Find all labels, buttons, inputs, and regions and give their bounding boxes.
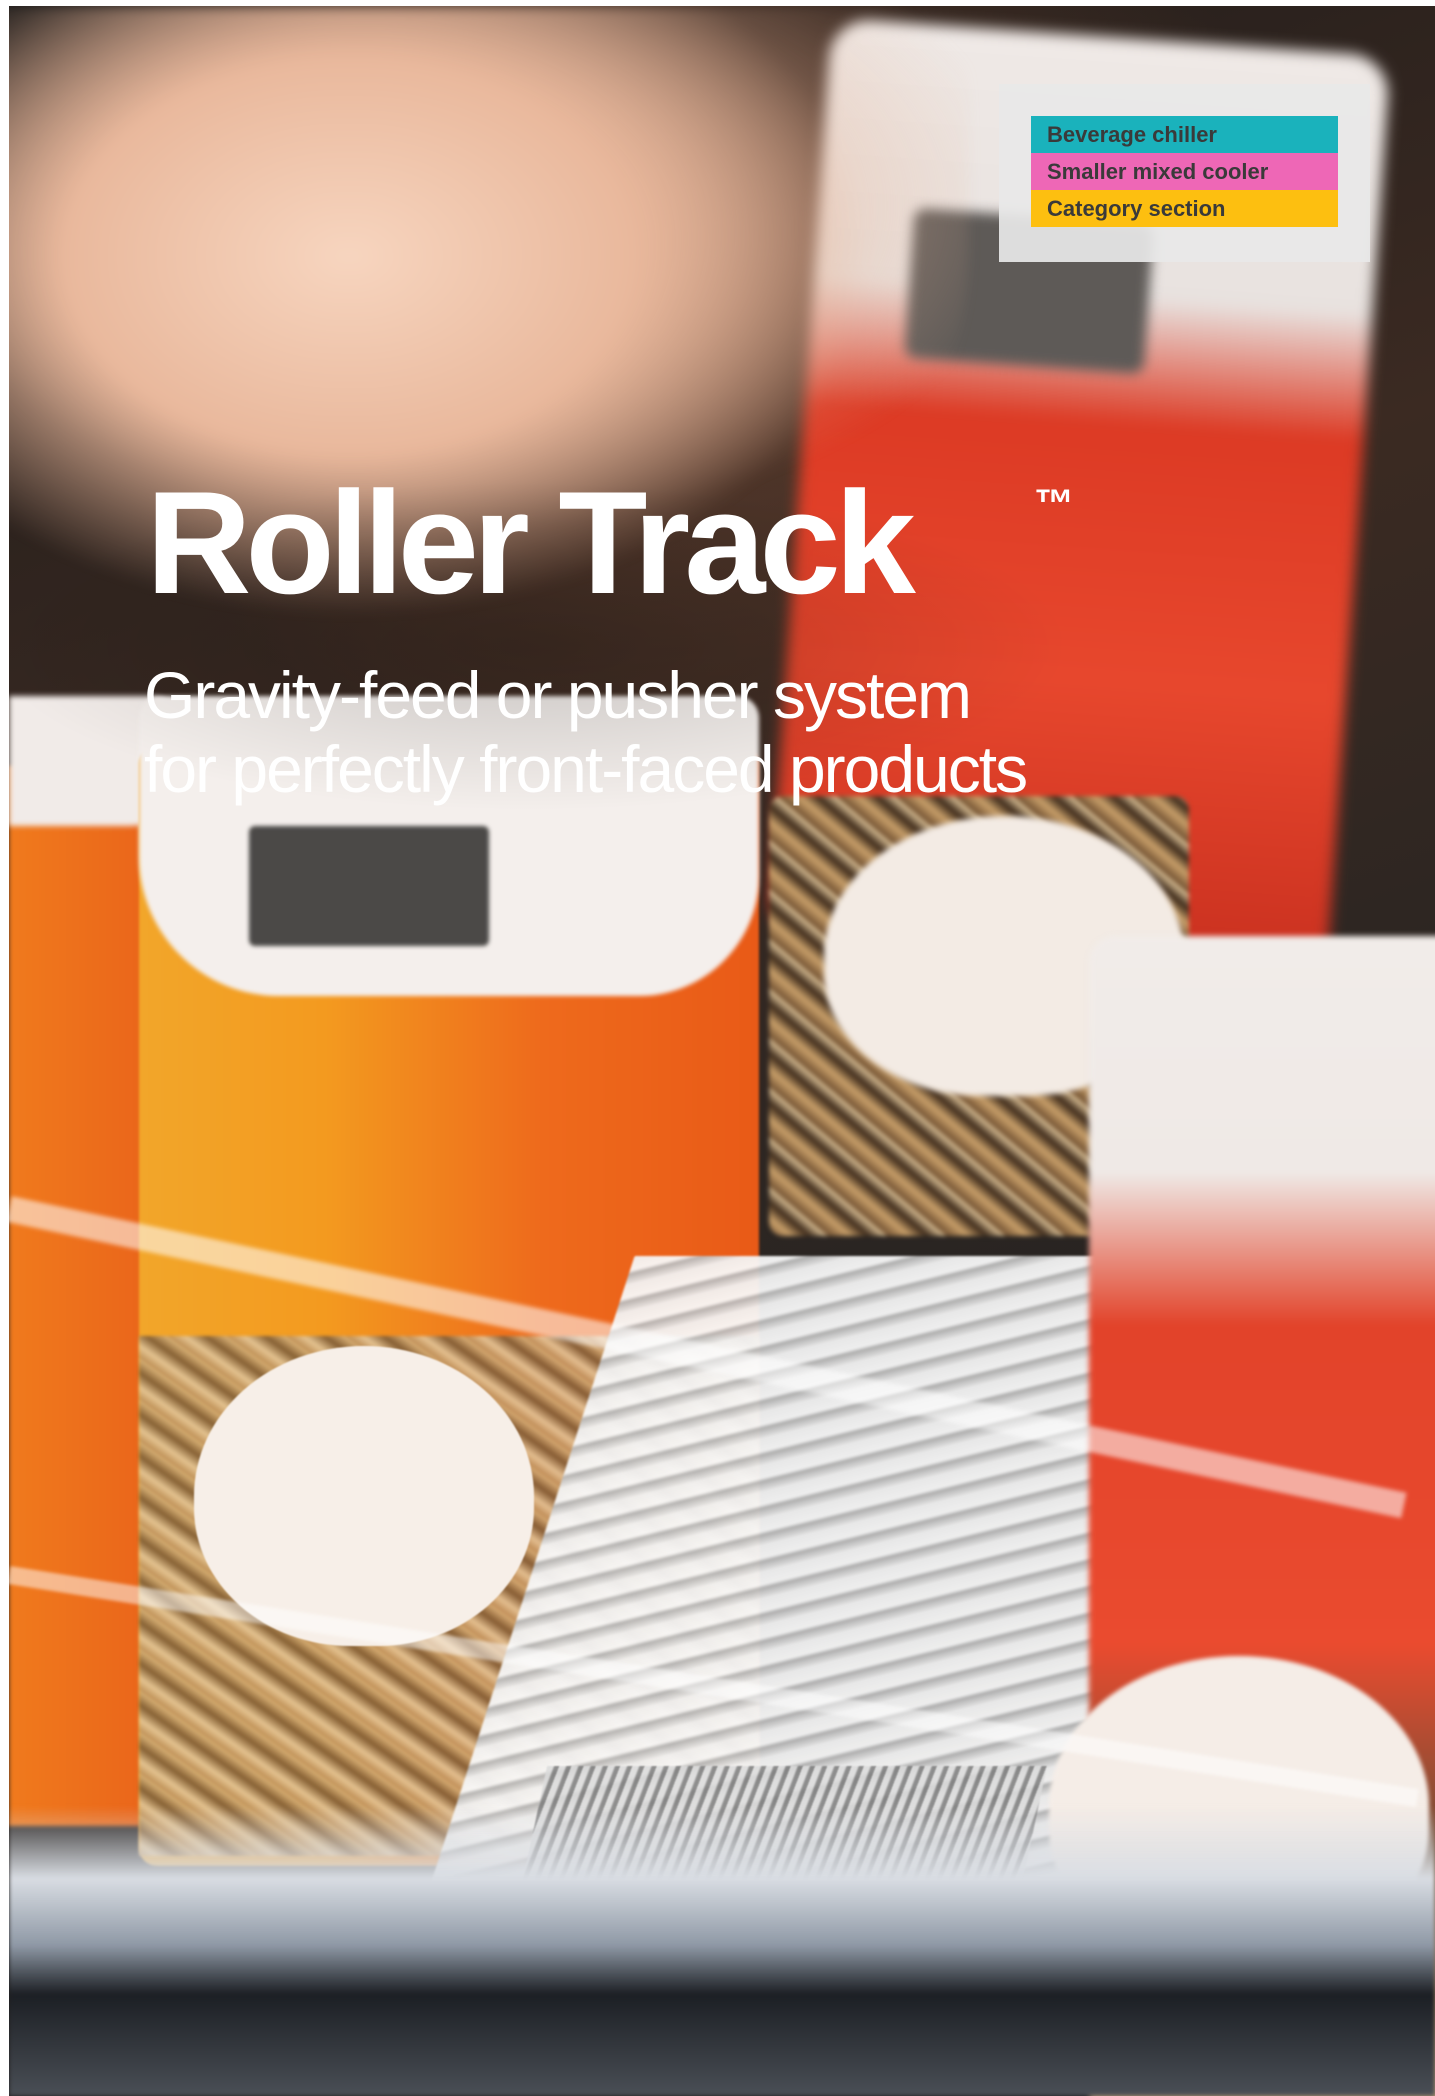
- right-carton-badge: [1049, 1656, 1429, 1956]
- front-vent-grille: [510, 1766, 1048, 1936]
- legend-label: Category section: [1047, 195, 1226, 221]
- page-subtitle: Gravity-feed or pusher system for perfec…: [144, 658, 1028, 806]
- middle-carton-badge: [824, 816, 1184, 1096]
- glass-divider-lower: [9, 1566, 1419, 1807]
- legend-box: Beverage chiller Smaller mixed cooler Ca…: [999, 84, 1370, 262]
- legend-item-beverage-chiller: Beverage chiller: [1031, 116, 1338, 153]
- front-carton-oats-print: [139, 1336, 759, 1856]
- hero-photo: [9, 6, 1435, 2096]
- legend-label: Smaller mixed cooler: [1047, 158, 1269, 184]
- subtitle-line-2: for perfectly front-faced products: [144, 732, 1028, 806]
- glass-divider-upper: [9, 1196, 1407, 1519]
- front-orange-carton: [139, 746, 759, 1866]
- trademark-symbol: ™: [1034, 482, 1074, 526]
- right-red-carton: [1089, 936, 1435, 2096]
- legend-label: Beverage chiller: [1047, 121, 1217, 147]
- middle-carton: [769, 796, 1189, 1236]
- front-carton-badge: [194, 1346, 534, 1646]
- subtitle-line-1: Gravity-feed or pusher system: [144, 658, 972, 732]
- front-carton-window: [249, 826, 489, 946]
- left-carton: [9, 766, 169, 1826]
- front-shelf-rail: [9, 1806, 1435, 2096]
- legend-item-category-section: Category section: [1031, 190, 1338, 227]
- roller-track-rollers: [423, 1256, 1335, 1906]
- page-title: Roller Track: [146, 461, 916, 624]
- legend-item-smaller-mixed-cooler: Smaller mixed cooler: [1031, 153, 1338, 190]
- brochure-page: Beverage chiller Smaller mixed cooler Ca…: [0, 0, 1435, 2096]
- background-shading: [9, 6, 1435, 2096]
